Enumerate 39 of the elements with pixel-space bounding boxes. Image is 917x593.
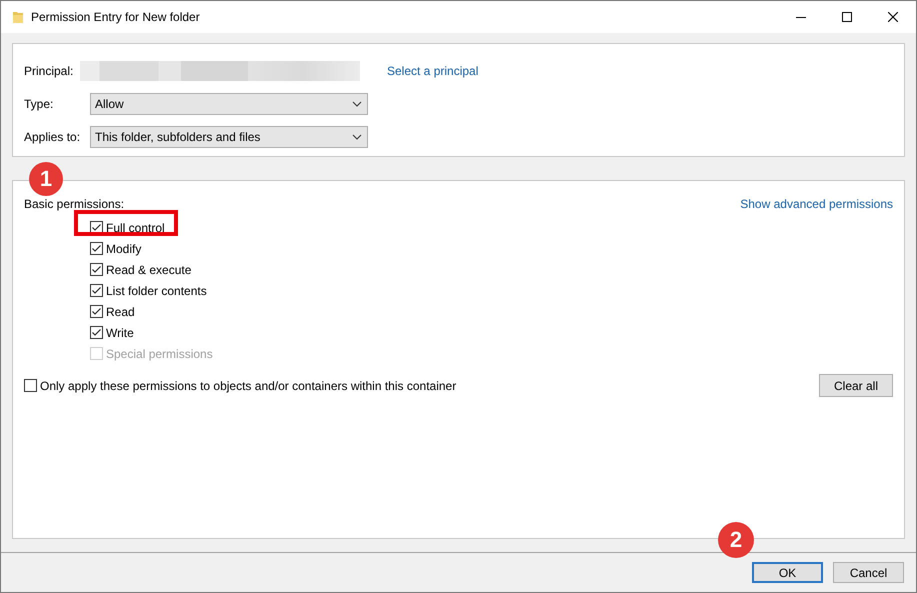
chevron-down-icon <box>352 134 362 140</box>
field-label: Type: <box>24 97 54 111</box>
checkbox[interactable] <box>24 379 37 392</box>
field-label: Applies to: <box>24 130 82 144</box>
close-icon <box>888 12 898 22</box>
checkbox[interactable] <box>90 305 103 318</box>
section-label: Basic permissions: <box>24 197 124 211</box>
checkbox-label: Modify <box>106 242 142 256</box>
checkbox-label: Special permissions <box>106 346 213 360</box>
checkbox[interactable] <box>90 326 103 339</box>
check-icon <box>92 287 101 294</box>
select-principal-link[interactable]: Select a principal <box>387 64 478 78</box>
dropdown[interactable]: This folder, subfolders and files <box>90 126 368 148</box>
checkbox[interactable] <box>90 263 103 276</box>
maximize-icon <box>842 12 852 22</box>
dropdown[interactable]: Allow <box>90 93 368 115</box>
checkbox[interactable] <box>90 242 103 255</box>
clear-all-button[interactable]: Clear all <box>818 374 893 397</box>
field-label: Principal: <box>24 64 74 78</box>
window-title: Permission Entry for New folder <box>31 10 201 24</box>
chevron-down-icon <box>352 101 362 107</box>
check-icon <box>92 224 101 231</box>
checkbox-label: Full control <box>106 220 165 234</box>
check-icon <box>92 266 101 273</box>
check-icon <box>92 308 101 315</box>
checkbox-label: Read <box>106 304 135 318</box>
step-badge: 1 <box>29 162 63 196</box>
checkbox-label: List folder contents <box>106 284 207 298</box>
dialog-button[interactable]: Cancel <box>833 562 904 583</box>
check-icon <box>92 329 101 336</box>
dialog-button[interactable]: OK <box>752 562 823 583</box>
checkbox[interactable] <box>90 284 103 297</box>
checkbox-label: Read & execute <box>106 262 192 276</box>
folder-icon <box>12 10 24 24</box>
check-icon <box>92 245 101 252</box>
checkbox-label: Only apply these permissions to objects and/or containers within this container <box>40 378 456 392</box>
step-badge: 2 <box>718 522 754 558</box>
advanced-permissions-link[interactable]: Show advanced permissions <box>740 197 893 211</box>
checkbox-label: Write <box>106 326 134 340</box>
